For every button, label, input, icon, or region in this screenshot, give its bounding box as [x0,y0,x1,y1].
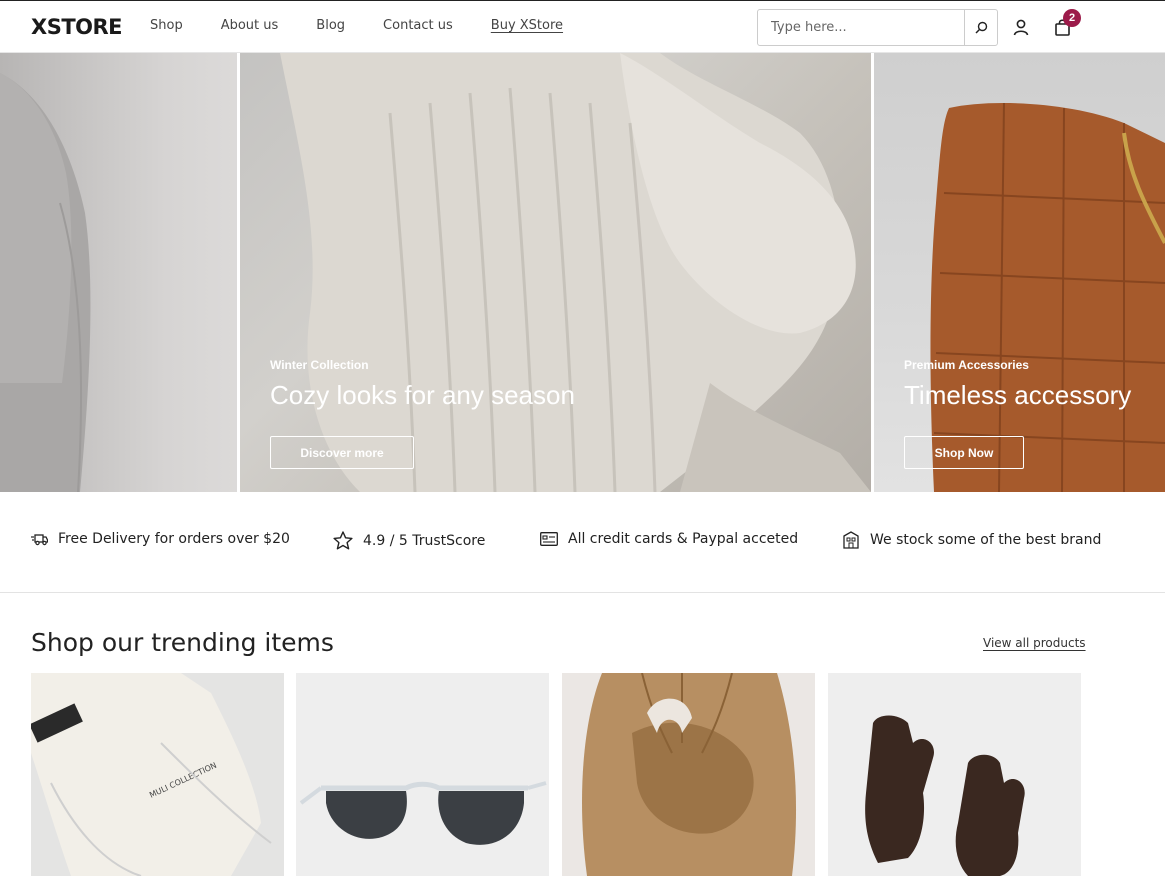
hero-slide-accessories[interactable]: Premium Accessories Timeless accessory S… [874,53,1165,492]
feature-payments: All credit cards & Paypal acceted [540,531,798,547]
search-icon [974,21,987,34]
star-icon [333,531,353,550]
logo[interactable]: XSTORE [31,15,123,39]
product-card-sunglasses[interactable] [296,673,549,876]
feature-best-brands: We stock some of the best brand [842,531,1101,549]
nav-contact-us[interactable]: Contact us [383,18,453,33]
gloves-image [865,715,1025,876]
feature-text: 4.9 / 5 TrustScore [363,532,486,549]
hero-caption-accessories: Premium Accessories Timeless accessory S… [904,358,1131,469]
search-bar [757,9,998,46]
credit-card-icon [540,532,558,546]
shirt-image [0,73,91,492]
necklace-pouch-image: MULI COLLECTION [31,673,272,876]
site-header: XSTORE Shop About us Blog Contact us Buy… [0,0,1165,53]
feature-text: We stock some of the best brand [870,532,1102,548]
truck-icon [31,534,48,546]
product-card-necklace[interactable]: MULI COLLECTION [31,673,284,876]
store-icon [843,531,859,549]
main-nav: Shop About us Blog Contact us Buy XStore [150,18,601,33]
nav-about-us[interactable]: About us [221,18,279,33]
hair-clip-image [582,673,797,876]
user-icon [1013,19,1029,36]
feature-trustscore: 4.9 / 5 TrustScore [333,531,485,550]
discover-more-button[interactable]: Discover more [270,436,414,469]
product-card-gloves[interactable] [828,673,1081,876]
nav-buy-xstore[interactable]: Buy XStore [491,18,563,33]
feature-text: Free Delivery for orders over $20 [58,531,290,547]
view-all-products-link[interactable]: View all products [983,636,1086,650]
slide-title: Cozy looks for any season [270,380,575,410]
sunglasses-image [299,781,547,845]
feature-text: All credit cards & Paypal acceted [568,531,799,547]
hero-slide-winter[interactable]: Winter Collection Cozy looks for any sea… [240,53,871,492]
account-button[interactable] [1011,17,1031,37]
cart-count-badge: 2 [1063,9,1081,27]
features-bar: Free Delivery for orders over $20 4.9 / … [0,492,1165,593]
search-input[interactable] [758,10,964,45]
nav-shop[interactable]: Shop [150,18,183,33]
shop-now-button[interactable]: Shop Now [904,436,1024,469]
feature-free-delivery: Free Delivery for orders over $20 [31,531,290,547]
slide-eyebrow: Premium Accessories [904,358,1029,372]
section-title-trending: Shop our trending items [31,628,334,657]
hero-carousel: Winter Collection Cozy looks for any sea… [0,53,1165,492]
hero-caption-winter: Winter Collection Cozy looks for any sea… [270,358,575,469]
nav-blog[interactable]: Blog [316,18,345,33]
slide-eyebrow: Winter Collection [270,358,369,372]
hero-slide-shirt[interactable] [0,53,237,492]
search-button[interactable] [964,10,997,45]
product-card-hair-clip[interactable] [562,673,815,876]
slide-title: Timeless accessory [904,380,1132,410]
